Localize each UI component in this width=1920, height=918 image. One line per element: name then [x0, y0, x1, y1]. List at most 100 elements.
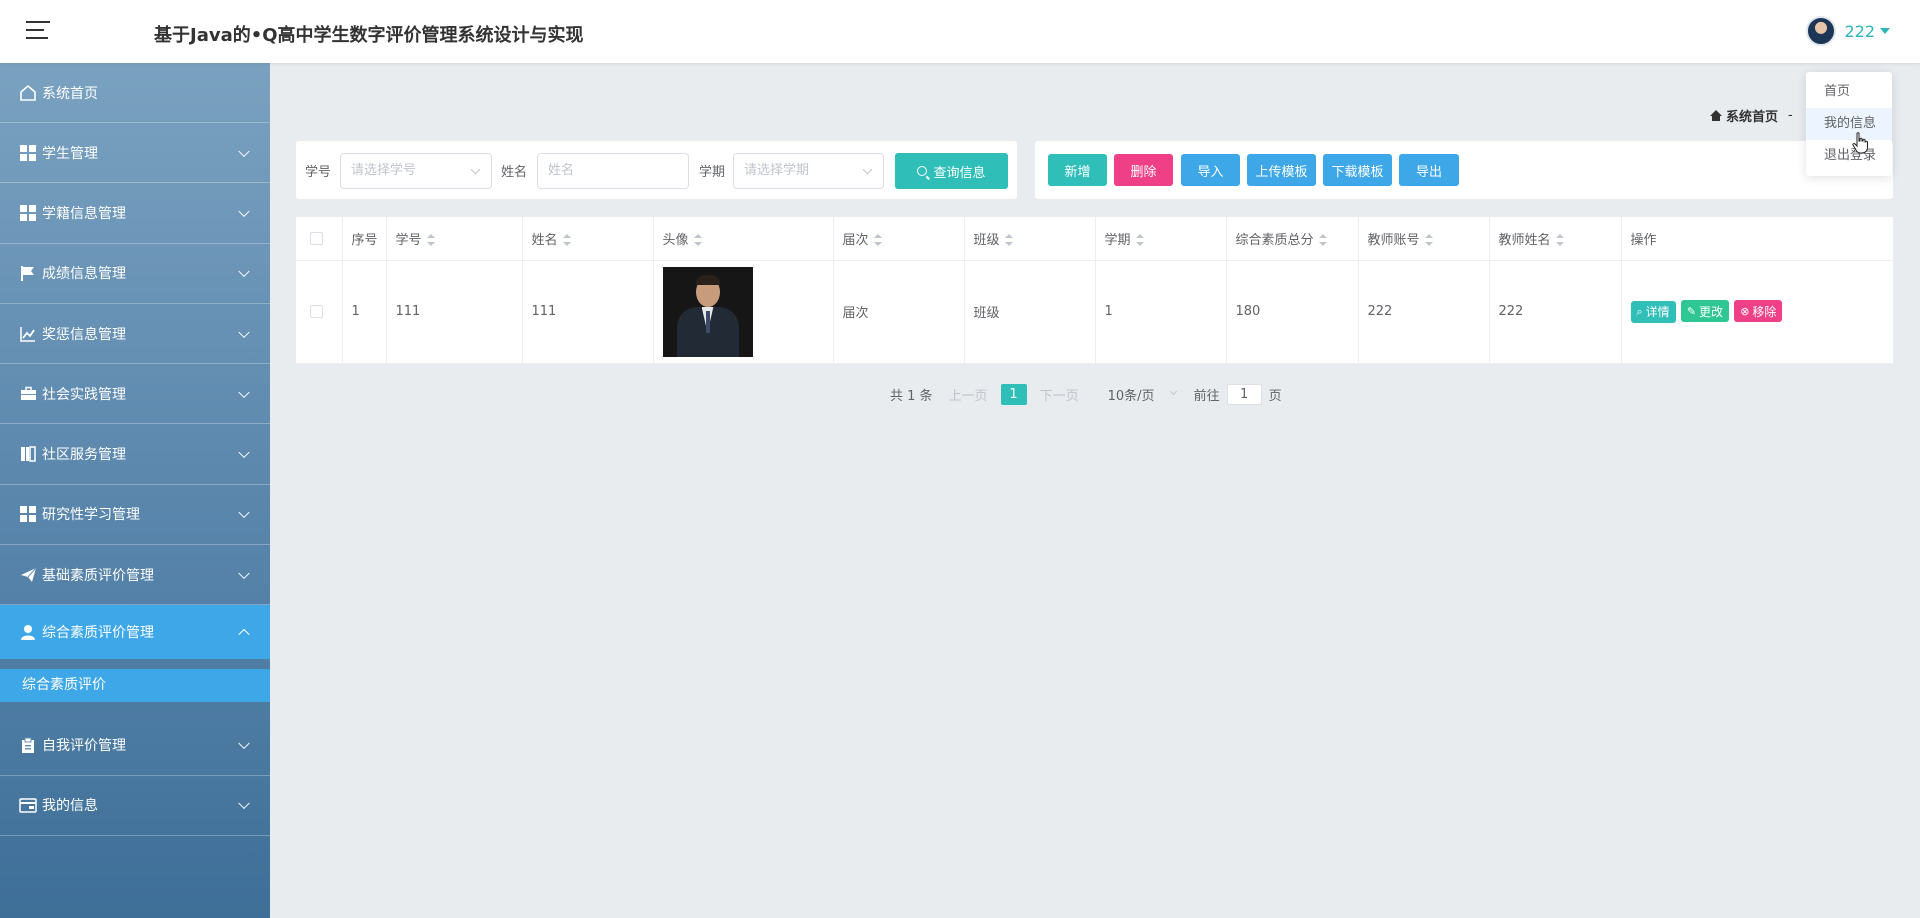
page-number-current[interactable]: 1	[1000, 383, 1027, 405]
chevron-down-icon	[470, 164, 481, 175]
sort-icon[interactable]	[426, 234, 435, 247]
edit-button[interactable]: ✎ 更改	[1680, 300, 1730, 323]
sidebar-item-self-evaluation[interactable]: 自我评价管理	[0, 715, 270, 776]
wallet-icon	[18, 796, 38, 814]
name-placeholder: 姓名	[548, 163, 575, 178]
sidebar-item-rewards[interactable]: 奖惩信息管理	[0, 304, 270, 365]
cell-term: 1	[1095, 260, 1227, 364]
header-session[interactable]: 届次	[833, 217, 965, 261]
dropdown-item-home[interactable]: 首页	[1806, 76, 1892, 108]
query-button[interactable]: 查询信息	[895, 153, 1008, 189]
search-panel: 学号 请选择学号 姓名 姓名 学期 请选择学期 查询信息	[296, 141, 1017, 199]
prev-page-button[interactable]: 上一页	[949, 385, 988, 404]
menu-toggle-icon[interactable]	[26, 21, 50, 41]
sort-icon[interactable]	[1424, 234, 1433, 247]
sort-icon[interactable]	[1555, 234, 1564, 247]
delete-button[interactable]: 删除	[1114, 154, 1173, 186]
header-class[interactable]: 班级	[964, 217, 1096, 261]
sidebar-item-research-learning[interactable]: 研究性学习管理	[0, 485, 270, 546]
user-dropdown-menu: 首页 我的信息 退出登录	[1806, 72, 1892, 176]
header-label: 操作	[1630, 232, 1657, 248]
top-header: 基于Java的•Q高中学生数字评价管理系统设计与实现 222	[0, 0, 1920, 63]
sidebar-item-social-practice[interactable]: 社会实践管理	[0, 364, 270, 425]
row-checkbox[interactable]	[310, 305, 323, 318]
sort-icon[interactable]	[1135, 234, 1144, 247]
header-total-score[interactable]: 综合素质总分	[1226, 217, 1359, 261]
page-suffix-label: 页	[1268, 388, 1282, 404]
student-no-placeholder: 请选择学号	[351, 163, 417, 178]
dropdown-item-logout[interactable]: 退出登录	[1806, 140, 1892, 172]
term-select[interactable]: 请选择学期	[733, 153, 884, 189]
search-icon: ⌕	[1636, 304, 1643, 318]
sort-icon[interactable]	[562, 234, 571, 247]
chevron-down-icon	[238, 386, 250, 398]
sidebar-item-label: 系统首页	[42, 85, 98, 102]
page-size-value: 10条/页	[1107, 388, 1155, 404]
sort-icon[interactable]	[1004, 234, 1013, 247]
name-input[interactable]: 姓名	[537, 153, 689, 189]
import-button[interactable]: 导入	[1181, 154, 1240, 186]
sidebar-item-student[interactable]: 学生管理	[0, 123, 270, 184]
sidebar-item-label: 学生管理	[42, 145, 98, 162]
submenu-item-comprehensive-evaluation[interactable]: 综合素质评价	[0, 669, 270, 703]
sidebar-item-grades[interactable]: 成绩信息管理	[0, 244, 270, 304]
header-label: 综合素质总分	[1235, 232, 1314, 248]
sidebar-item-basic-quality[interactable]: 基础素质评价管理	[0, 545, 270, 606]
sort-icon[interactable]	[873, 234, 882, 247]
sidebar-item-home[interactable]: 系统首页	[0, 63, 270, 123]
pagination: 共 1 条 上一页 1 下一页 10条/页 前往 1 页	[890, 383, 1282, 405]
select-all-checkbox[interactable]	[310, 231, 323, 245]
user-menu-trigger[interactable]: 222	[1806, 16, 1890, 46]
header-student-no[interactable]: 学号	[386, 217, 523, 261]
flag-icon	[18, 264, 38, 282]
export-button[interactable]: 导出	[1399, 154, 1459, 186]
avatar[interactable]	[1806, 16, 1837, 46]
next-page-button[interactable]: 下一页	[1040, 385, 1079, 404]
user-name[interactable]: 222	[1844, 22, 1875, 41]
add-button[interactable]: 新增	[1048, 154, 1107, 186]
chevron-down-icon	[238, 326, 250, 338]
header-term[interactable]: 学期	[1095, 217, 1227, 261]
cell-total-score: 180	[1226, 260, 1359, 364]
page-size-select[interactable]: 10条/页	[1108, 385, 1178, 404]
cell-teacher-account: 222	[1358, 260, 1490, 364]
chevron-down-icon	[238, 265, 250, 278]
sidebar-item-label: 学籍信息管理	[42, 205, 126, 222]
chevron-down-icon	[238, 737, 250, 750]
chevron-down-icon	[238, 798, 250, 810]
remove-label: 移除	[1752, 304, 1777, 319]
chevron-down-icon	[238, 507, 250, 519]
app-title: 基于Java的•Q高中学生数字评价管理系统设计与实现	[154, 25, 584, 46]
sidebar-item-enrollment[interactable]: 学籍信息管理	[0, 183, 270, 244]
sidebar-item-community-service[interactable]: 社区服务管理	[0, 424, 270, 485]
header-teacher-name[interactable]: 教师姓名	[1489, 217, 1622, 261]
chevron-down-icon	[238, 446, 250, 459]
breadcrumb-home[interactable]: 系统首页	[1726, 106, 1778, 125]
header-teacher-account[interactable]: 教师账号	[1358, 217, 1490, 261]
breadcrumb-separator: -	[1788, 108, 1793, 123]
detail-button[interactable]: ⌕ 详情	[1630, 300, 1676, 323]
dropdown-item-my-info[interactable]: 我的信息	[1806, 108, 1892, 140]
sort-icon[interactable]	[693, 234, 702, 247]
send-icon	[18, 566, 38, 584]
sort-icon[interactable]	[1318, 234, 1327, 247]
user-icon	[18, 623, 38, 641]
goto-page-input[interactable]: 1	[1226, 383, 1262, 405]
header-name[interactable]: 姓名	[522, 217, 654, 261]
chevron-down-icon	[1169, 387, 1177, 395]
remove-button[interactable]: ⊗ 移除	[1734, 300, 1783, 323]
action-panel: 新增 删除 导入 上传模板 下载模板 导出	[1035, 141, 1893, 199]
sidebar-item-comprehensive-quality[interactable]: 综合素质评价管理	[0, 605, 270, 660]
sidebar-item-my-info[interactable]: 我的信息	[0, 776, 270, 836]
header-avatar[interactable]: 头像	[653, 217, 834, 261]
student-no-select[interactable]: 请选择学号	[340, 153, 492, 189]
hand-cursor-icon	[1852, 132, 1868, 154]
cell-index: 1	[342, 260, 387, 364]
home-icon	[18, 84, 38, 102]
chevron-down-icon	[862, 164, 873, 175]
upload-template-button[interactable]: 上传模板	[1247, 154, 1316, 186]
caret-down-icon	[1880, 28, 1890, 34]
query-button-label: 查询信息	[933, 165, 986, 181]
download-template-button[interactable]: 下载模板	[1323, 154, 1392, 186]
chart-icon	[18, 325, 38, 343]
